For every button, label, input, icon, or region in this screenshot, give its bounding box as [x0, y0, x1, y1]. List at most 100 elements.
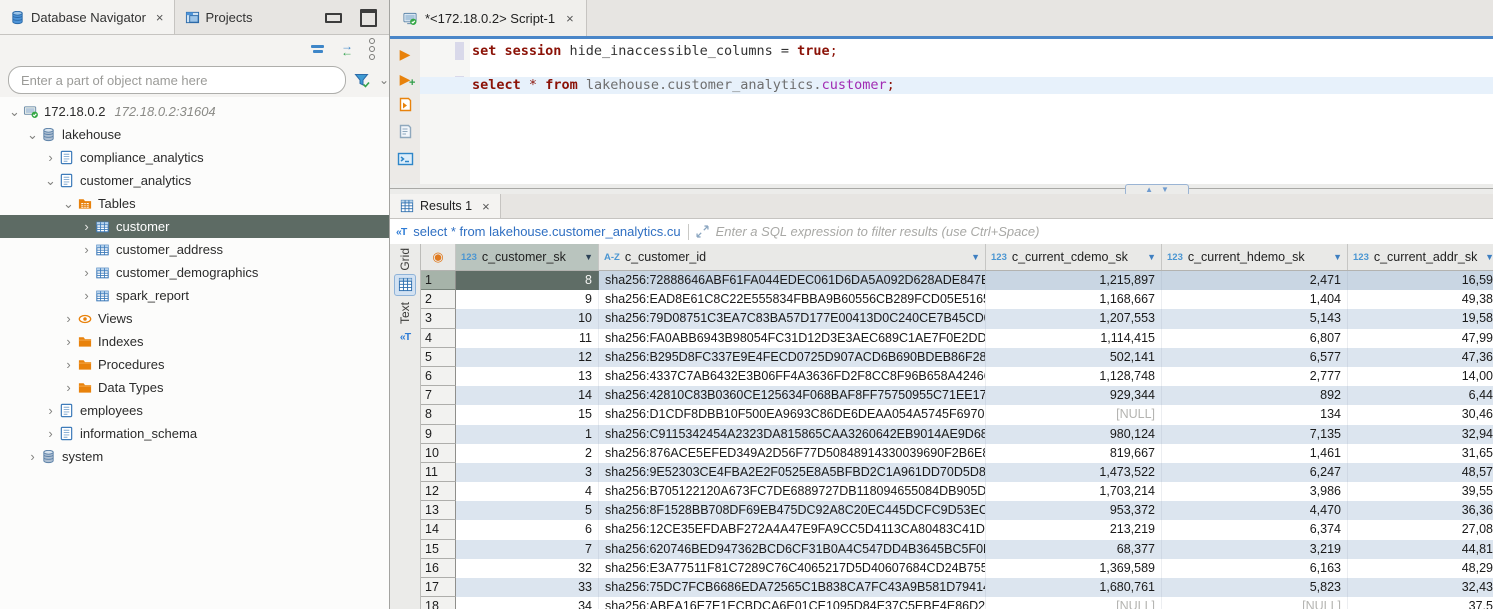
column-header-c_current_cdemo_sk[interactable]: 123c_current_cdemo_sk▼	[986, 244, 1162, 270]
row-header[interactable]: 2	[421, 290, 456, 309]
expand-arrow[interactable]: ⌄	[42, 173, 59, 189]
grid-cell[interactable]: [NULL]	[1162, 597, 1348, 609]
grid-cell[interactable]: 15	[456, 405, 599, 424]
grid-cell[interactable]: 502,141	[986, 348, 1162, 367]
grid-cell[interactable]: 48,29	[1348, 559, 1493, 578]
expand-arrow[interactable]: ›	[78, 242, 95, 257]
row-header[interactable]: 6	[421, 367, 456, 386]
close-icon[interactable]: ×	[156, 10, 164, 25]
expand-arrow[interactable]: ›	[78, 265, 95, 280]
grid-cell[interactable]: sha256:75DC7FCB6686EDA72565C1B838CA7FC43…	[599, 578, 986, 597]
tree-item-spark-report[interactable]: ›spark_report	[0, 284, 389, 307]
grid-cell[interactable]: 32	[456, 559, 599, 578]
grid-cell[interactable]: 31,65	[1348, 444, 1493, 463]
tree-item-tables[interactable]: ⌄Tables	[0, 192, 389, 215]
grid-cell[interactable]: sha256:ABEA16E7E1ECBDCA6E01CE1095D84E37C…	[599, 597, 986, 609]
column-header-c_current_hdemo_sk[interactable]: 123c_current_hdemo_sk▼	[1162, 244, 1348, 270]
grid-cell[interactable]: 929,344	[986, 386, 1162, 405]
row-header[interactable]: 16	[421, 559, 456, 578]
column-dropdown-icon[interactable]: ▼	[1481, 252, 1493, 262]
grid-cell[interactable]: 33	[456, 578, 599, 597]
grid-cell[interactable]: 32,43	[1348, 578, 1493, 597]
tree-item-customer-demographics[interactable]: ›customer_demographics	[0, 261, 389, 284]
row-header[interactable]: 1	[421, 271, 456, 290]
grid-cell[interactable]: sha256:B295D8FC337E9E4FECD0725D907ACD6B6…	[599, 348, 986, 367]
chevron-down-icon[interactable]: ⌄	[379, 73, 389, 87]
grid-cell[interactable]: 1	[456, 425, 599, 444]
execute-new-tab-icon[interactable]: ▶+	[400, 72, 411, 86]
expand-arrow[interactable]: ›	[42, 150, 59, 165]
grid-cell[interactable]: 1,114,415	[986, 329, 1162, 348]
expand-panel-icon[interactable]	[696, 225, 709, 238]
grid-cell[interactable]: 6,247	[1162, 463, 1348, 482]
editor-results-splitter[interactable]: ▲▼	[390, 184, 1493, 194]
tree-item-customer[interactable]: ›customer	[0, 215, 389, 238]
grid-cell[interactable]: 1,207,553	[986, 309, 1162, 328]
row-header[interactable]: 7	[421, 386, 456, 405]
grid-cell[interactable]: 47,99	[1348, 329, 1493, 348]
grid-cell[interactable]: sha256:79D08751C3EA7C83BA57D177E00413D0C…	[599, 309, 986, 328]
grid-cell[interactable]: sha256:12CE35EFDABF272A4A47E9FA9CC5D4113…	[599, 520, 986, 539]
sql-code[interactable]: set session hide_inaccessible_columns = …	[472, 43, 1493, 94]
grid-cell[interactable]: 7,135	[1162, 425, 1348, 444]
grid-cell[interactable]: sha256:C9115342454A2323DA815865CAA326064…	[599, 425, 986, 444]
column-header-c_customer_sk[interactable]: 123c_customer_sk▼	[456, 244, 599, 270]
grid-cell[interactable]: 1,369,589	[986, 559, 1162, 578]
grid-cell[interactable]: 5	[456, 501, 599, 520]
grid-cell[interactable]: 4,470	[1162, 501, 1348, 520]
grid-cell[interactable]: 1,168,667	[986, 290, 1162, 309]
grid-cell[interactable]: 5,823	[1162, 578, 1348, 597]
expand-arrow[interactable]: ›	[60, 380, 77, 395]
grid-cell[interactable]: 3	[456, 463, 599, 482]
row-header[interactable]: 4	[421, 329, 456, 348]
tree-item-views[interactable]: ›Views	[0, 307, 389, 330]
expand-arrow[interactable]: ⌄	[24, 127, 41, 143]
grid-cell[interactable]: 6,163	[1162, 559, 1348, 578]
row-header[interactable]: 17	[421, 578, 456, 597]
grid-cell[interactable]: 1,128,748	[986, 367, 1162, 386]
grid-cell[interactable]: 6,807	[1162, 329, 1348, 348]
tree-item-customer-address[interactable]: ›customer_address	[0, 238, 389, 261]
arrow-up-icon[interactable]: ▲	[1145, 186, 1153, 194]
grid-cell[interactable]: 3,219	[1162, 540, 1348, 559]
grid-cell[interactable]: 2,471	[1162, 271, 1348, 290]
grid-cell[interactable]: 48,57	[1348, 463, 1493, 482]
grid-cell[interactable]: 30,46	[1348, 405, 1493, 424]
row-header[interactable]: 12	[421, 482, 456, 501]
collapse-all-icon[interactable]	[311, 44, 325, 54]
tree-item-data-types[interactable]: ›Data Types	[0, 376, 389, 399]
grid-cell[interactable]: 980,124	[986, 425, 1162, 444]
grid-cell[interactable]: sha256:72888646ABF61FA044EDEC061D6DA5A09…	[599, 271, 986, 290]
execute-script-icon[interactable]	[397, 97, 413, 113]
tree-item-employees[interactable]: ›employees	[0, 399, 389, 422]
grid-cell[interactable]: 9	[456, 290, 599, 309]
grid-cell[interactable]: 37,5	[1348, 597, 1493, 609]
grid-cell[interactable]: 5,143	[1162, 309, 1348, 328]
grid-cell[interactable]: 6,44	[1348, 386, 1493, 405]
expand-arrow[interactable]: ›	[60, 311, 77, 326]
expand-arrow[interactable]: ›	[42, 426, 59, 441]
grid-cell[interactable]: 11	[456, 329, 599, 348]
grid-cell[interactable]: 32,94	[1348, 425, 1493, 444]
tree-item-procedures[interactable]: ›Procedures	[0, 353, 389, 376]
row-header[interactable]: 9	[421, 425, 456, 444]
row-header[interactable]: 5	[421, 348, 456, 367]
filter-placeholder[interactable]: Enter a SQL expression to filter results…	[716, 224, 1040, 239]
link-with-editor-icon[interactable]: →←	[341, 43, 353, 55]
grid-cell[interactable]: 134	[1162, 405, 1348, 424]
column-dropdown-icon[interactable]: ▼	[967, 252, 980, 262]
grid-cell[interactable]: sha256:D1CDF8DBB10F500EA9693C86DE6DEAA05…	[599, 405, 986, 424]
tree-item-compliance-analytics[interactable]: ›compliance_analytics	[0, 146, 389, 169]
row-header[interactable]: 3	[421, 309, 456, 328]
grid-cell[interactable]: 8	[456, 271, 599, 290]
grid-cell[interactable]: 6	[456, 520, 599, 539]
column-header-c_current_addr_sk[interactable]: 123c_current_addr_sk▼	[1348, 244, 1493, 270]
grid-cell[interactable]: 819,667	[986, 444, 1162, 463]
minimize-icon[interactable]	[325, 13, 342, 23]
tree-item-information-schema[interactable]: ›information_schema	[0, 422, 389, 445]
grid-cell[interactable]: 27,08	[1348, 520, 1493, 539]
grid-cell[interactable]: 4	[456, 482, 599, 501]
expand-arrow[interactable]: ›	[24, 449, 41, 464]
column-dropdown-icon[interactable]: ▼	[1329, 252, 1342, 262]
grid-cell[interactable]: sha256:EAD8E61C8C22E555834FBBA9B60556CB2…	[599, 290, 986, 309]
